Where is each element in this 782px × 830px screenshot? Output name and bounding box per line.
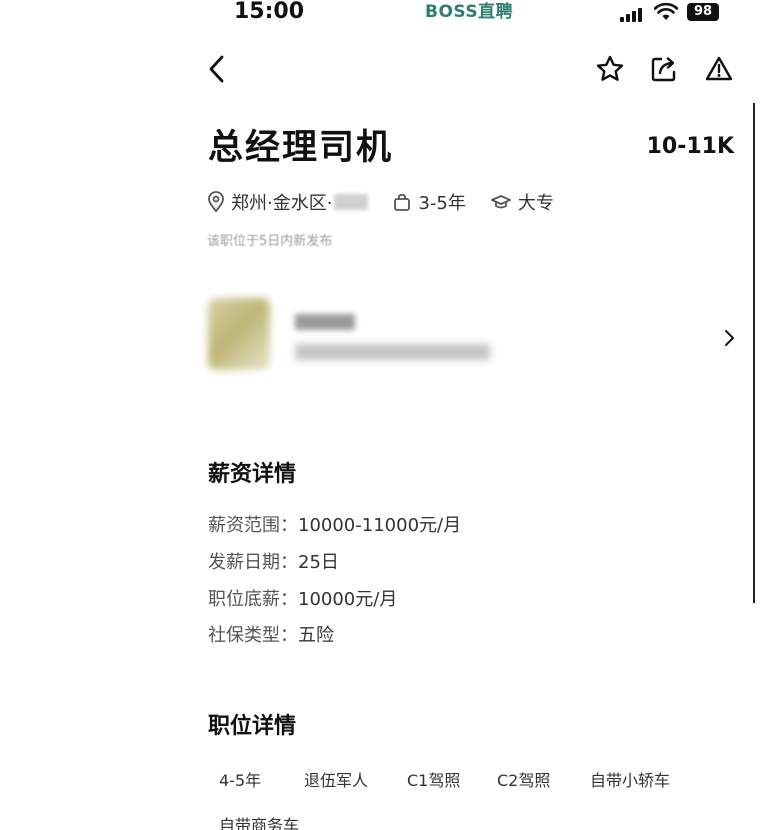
education-item: 大专 xyxy=(490,189,554,215)
location-pin-icon xyxy=(208,191,224,213)
job-tag: 自带小轿车 xyxy=(590,771,671,790)
detail-value: 10000-11000元/月 xyxy=(298,515,462,536)
chevron-right-icon xyxy=(725,330,734,346)
experience-item: 3-5年 xyxy=(392,189,466,215)
detail-label: 职位底薪： xyxy=(208,589,298,610)
scroll-indicator[interactable] xyxy=(753,103,755,603)
recruiter-name-blurred xyxy=(295,314,355,330)
location-text: 郑州·金水区· xyxy=(231,193,333,214)
education-text: 大专 xyxy=(517,193,554,214)
recruiter-card[interactable] xyxy=(200,292,750,382)
share-icon[interactable] xyxy=(648,53,680,85)
wifi-icon xyxy=(654,3,678,20)
detail-value: 10000元/月 xyxy=(298,589,398,610)
job-detail-page: 15:00 BOSS直聘 98 总经理司机 10-11K 郑州·金水区· 3-5… xyxy=(0,0,782,830)
location-item: 郑州·金水区· xyxy=(207,189,369,215)
briefcase-icon xyxy=(394,194,411,211)
experience-text: 3-5年 xyxy=(418,193,466,214)
job-tag: 自带商务车 xyxy=(219,816,300,830)
job-tag: C1驾照 xyxy=(407,771,461,790)
graduation-cap-icon xyxy=(490,195,511,209)
detail-value: 五险 xyxy=(298,625,334,646)
job-meta-row: 郑州·金水区· 3-5年 大专 xyxy=(207,189,578,215)
status-time: 15:00 xyxy=(234,0,305,24)
detail-label: 薪资范围： xyxy=(208,515,298,536)
recruiter-title-blurred xyxy=(295,344,490,360)
battery-indicator: 98 xyxy=(687,3,719,21)
salary-detail-row: 社保类型：五险 xyxy=(208,621,334,647)
status-bar: 15:00 BOSS直聘 98 xyxy=(0,0,782,30)
salary-range: 10-11K xyxy=(646,134,734,159)
location-blurred xyxy=(334,194,369,210)
salary-detail-row: 发薪日期：25日 xyxy=(208,548,339,574)
job-tag: C2驾照 xyxy=(497,771,551,790)
job-title: 总经理司机 xyxy=(208,128,394,168)
salary-detail-row: 职位底薪：10000元/月 xyxy=(208,585,397,611)
salary-section-title: 薪资详情 xyxy=(208,462,297,487)
star-icon[interactable] xyxy=(594,53,626,85)
job-section-title: 职位详情 xyxy=(208,714,297,739)
detail-label: 社保类型： xyxy=(208,625,298,646)
salary-detail-row: 薪资范围：10000-11000元/月 xyxy=(208,511,461,537)
app-watermark: BOSS直聘 xyxy=(425,2,514,22)
job-tag: 退伍军人 xyxy=(304,771,369,790)
detail-value: 25日 xyxy=(298,552,339,573)
avatar xyxy=(208,298,270,370)
signal-icon xyxy=(620,8,648,22)
detail-label: 发薪日期： xyxy=(208,552,298,573)
job-tag: 4-5年 xyxy=(219,771,262,790)
posted-note: 该职位于5日内新发布 xyxy=(207,234,333,249)
chevron-left-icon[interactable] xyxy=(203,52,233,86)
report-icon[interactable] xyxy=(703,53,735,85)
